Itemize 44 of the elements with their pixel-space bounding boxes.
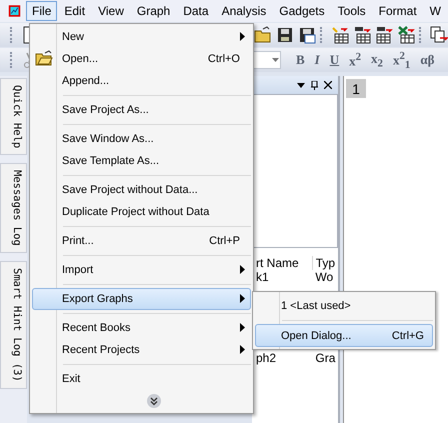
table-cell-text: k1 <box>256 270 270 284</box>
menubar-item[interactable]: Format <box>372 1 423 21</box>
table-cell-text: ph2 <box>256 351 278 365</box>
menubar-item[interactable]: Graph <box>130 1 176 21</box>
menu-item[interactable]: Save Project without Data... <box>32 179 251 201</box>
menu-item[interactable]: Duplicate Project without Data <box>32 201 251 223</box>
shortcut-text: Ctrl+G <box>392 330 424 342</box>
menubar-item[interactable]: Gadgets <box>273 1 331 21</box>
menu-item[interactable]: Append... <box>32 70 251 92</box>
menu-item[interactable]: Save Template As... <box>32 150 251 172</box>
format-button[interactable]: x$_{2}$ <box>368 50 386 70</box>
shortcut-text: Ctrl+P <box>209 235 240 247</box>
side-tab[interactable]: Smart Hint Log (3) <box>0 261 27 389</box>
menu-item[interactable]: Recent Books <box>32 317 251 339</box>
format-button[interactable]: U <box>326 52 342 68</box>
menu-item[interactable]: Open... Ctrl+O <box>32 48 251 70</box>
shortcut-text: Ctrl+O <box>208 53 240 65</box>
menubar-item[interactable]: Analysis <box>216 1 272 21</box>
menubar-item[interactable]: View <box>92 1 130 21</box>
menu-item[interactable]: Exit <box>32 368 251 390</box>
format-button[interactable]: x$^{2}$ <box>346 50 364 70</box>
column-header[interactable]: 1 <box>346 79 366 98</box>
menu-item[interactable]: Print... Ctrl+P <box>32 230 251 252</box>
menubar-item[interactable]: Tools <box>332 1 372 21</box>
menu-item[interactable]: Save Project As... <box>32 99 251 121</box>
menu-item[interactable]: Import <box>32 259 251 281</box>
menubar-item[interactable]: File <box>26 1 58 21</box>
column-header[interactable]: rt Name <box>256 256 313 270</box>
menu-item[interactable]: Save Window As... <box>32 128 251 150</box>
menu-item[interactable]: 1 <Last used> <box>255 294 433 317</box>
column-header[interactable]: Typ <box>312 256 338 270</box>
menu-item[interactable]: Export Graphs <box>32 288 251 310</box>
table-cell-text: Gra <box>314 351 336 365</box>
format-button[interactable]: I <box>312 52 323 68</box>
menu-item[interactable]: Recent Projects <box>32 339 251 361</box>
format-button[interactable]: B <box>293 52 308 68</box>
side-tab[interactable]: Quick Help <box>0 78 27 156</box>
side-tab[interactable]: Messages Log <box>0 163 27 254</box>
table-cell-text: Wo <box>314 270 334 284</box>
format-button[interactable]: αβ <box>417 52 438 68</box>
menubar-item[interactable]: W <box>424 1 447 21</box>
menubar-item[interactable]: Edit <box>58 1 92 21</box>
menu-item[interactable]: Open Dialog... Ctrl+G <box>255 324 433 347</box>
menubar-item[interactable]: Data <box>177 1 215 21</box>
